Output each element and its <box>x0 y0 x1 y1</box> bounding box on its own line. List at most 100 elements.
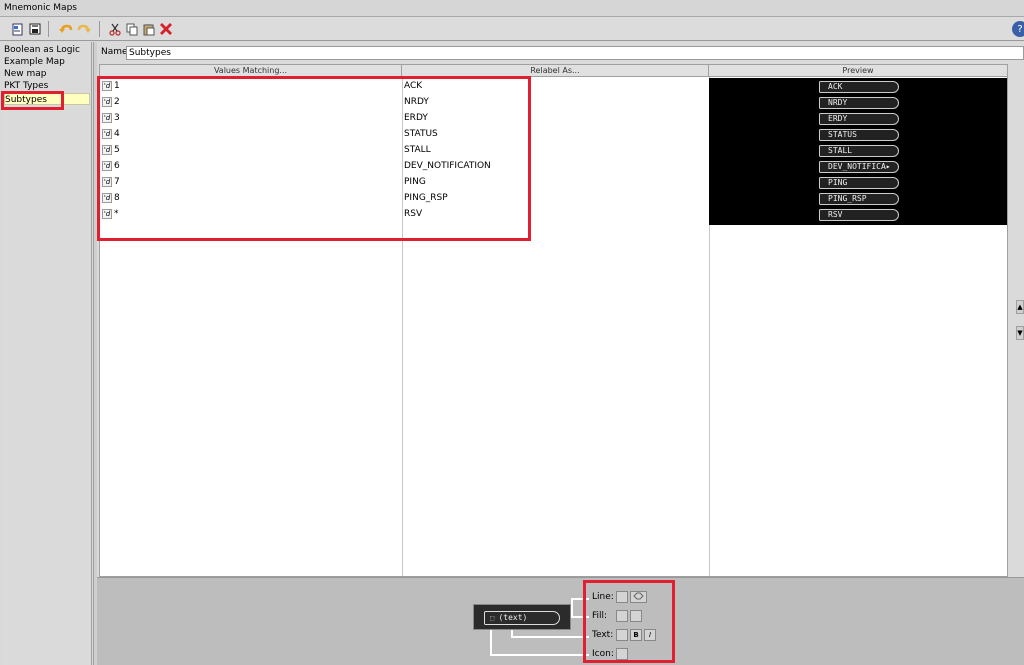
value-text: * <box>114 209 119 219</box>
value-cell[interactable]: 'd 8 <box>102 192 120 204</box>
value-text: 4 <box>114 129 120 139</box>
style-panel: ⬚ (text) Line: Fill: Text: B I Icon: <box>97 577 1024 665</box>
new-map-icon[interactable] <box>10 21 26 37</box>
preview-pill: RSV <box>819 209 899 221</box>
relabel-cell[interactable]: ACK <box>404 80 422 92</box>
preview-pill: DEV_NOTIFICA▸ <box>819 161 899 173</box>
name-row: Name: Subtypes <box>97 46 1024 60</box>
relabel-cell[interactable]: PING_RSP <box>404 192 448 204</box>
relabel-cell[interactable]: RSV <box>404 208 422 220</box>
delete-icon[interactable] <box>158 21 174 37</box>
connector-line <box>490 654 589 656</box>
toolbar: ? <box>0 17 1024 41</box>
relabel-cell[interactable]: PING <box>404 176 426 188</box>
value-cell[interactable]: 'd 4 <box>102 128 120 140</box>
value-cell[interactable]: 'd 2 <box>102 96 120 108</box>
cut-icon[interactable] <box>107 21 123 37</box>
mnemonic-maps-window: Mnemonic Maps ? Boolean as Logic Example… <box>0 0 1024 665</box>
connector-line <box>490 630 492 655</box>
paste-icon[interactable] <box>141 21 157 37</box>
table-row[interactable]: 'd 2 NRDY <box>100 94 709 110</box>
line-style-icon <box>633 592 644 600</box>
preview-pill: PING_RSP <box>819 193 899 205</box>
sidebar-item-pkt-types[interactable]: PKT Types <box>4 80 48 92</box>
table-row[interactable]: 'd 8 PING_RSP <box>100 190 709 206</box>
value-text: 6 <box>114 161 120 171</box>
move-up-icon[interactable]: ▲ <box>1016 300 1024 314</box>
connector-line <box>571 616 589 618</box>
style-preview: ⬚ (text) <box>473 604 571 630</box>
radix-badge[interactable]: 'd <box>102 96 112 107</box>
map-editor: Name: Subtypes Values Matching... Relabe… <box>97 42 1024 577</box>
line-color-swatch[interactable] <box>616 591 628 603</box>
sidebar-item-subtypes[interactable]: Subtypes <box>4 93 90 105</box>
preview-pill: NRDY <box>819 97 899 109</box>
fill-color-swatch-alt[interactable] <box>630 610 642 622</box>
sidebar-item-boolean-as-logic[interactable]: Boolean as Logic <box>4 44 80 56</box>
map-name-input[interactable]: Subtypes <box>126 46 1024 60</box>
preview-pill: ACK <box>819 81 899 93</box>
copy-icon[interactable] <box>124 21 140 37</box>
fill-color-swatch[interactable] <box>616 610 628 622</box>
column-header-values-matching[interactable]: Values Matching... <box>100 65 402 77</box>
preview-pill: PING <box>819 177 899 189</box>
value-cell[interactable]: 'd 5 <box>102 144 120 156</box>
table-row[interactable]: 'd 4 STATUS <box>100 126 709 142</box>
text-label: Text: <box>592 630 614 640</box>
radix-badge[interactable]: 'd <box>102 208 112 219</box>
radix-badge[interactable]: 'd <box>102 176 112 187</box>
line-style-swatch[interactable] <box>630 591 647 603</box>
table-row[interactable]: 'd * RSV <box>100 206 709 222</box>
preview-area: ACK NRDY ERDY STATUS STALL DEV_NOTIFICA▸… <box>709 78 1007 225</box>
table-row[interactable]: 'd 7 PING <box>100 174 709 190</box>
relabel-cell[interactable]: STATUS <box>404 128 438 140</box>
radix-badge[interactable]: 'd <box>102 128 112 139</box>
icon-label: Icon: <box>592 649 614 659</box>
value-text: 5 <box>114 145 120 155</box>
value-text: 2 <box>114 97 120 107</box>
value-cell[interactable]: 'd 6 <box>102 160 120 172</box>
table-row[interactable]: 'd 1 ACK <box>100 78 709 94</box>
table-row[interactable]: 'd 5 STALL <box>100 142 709 158</box>
bold-toggle[interactable]: B <box>630 629 642 641</box>
radix-badge[interactable]: 'd <box>102 112 112 123</box>
redo-icon[interactable] <box>76 21 92 37</box>
table-row[interactable]: 'd 6 DEV_NOTIFICATION <box>100 158 709 174</box>
map-list-sidebar: Boolean as Logic Example Map New map PKT… <box>2 42 92 665</box>
value-text: 3 <box>114 113 120 123</box>
radix-badge[interactable]: 'd <box>102 192 112 203</box>
value-cell[interactable]: 'd * <box>102 208 119 220</box>
sidebar-item-new-map[interactable]: New map <box>4 68 47 80</box>
italic-toggle[interactable]: I <box>644 629 656 641</box>
value-cell[interactable]: 'd 1 <box>102 80 120 92</box>
toolbar-separator <box>99 21 100 37</box>
connector-line <box>571 598 573 616</box>
column-header-relabel-as[interactable]: Relabel As... <box>402 65 709 77</box>
undo-icon[interactable] <box>58 21 74 37</box>
save-icon[interactable] <box>27 21 43 37</box>
toolbar-separator <box>48 21 49 37</box>
sidebar-item-example-map[interactable]: Example Map <box>4 56 65 68</box>
preview-pill: STALL <box>819 145 899 157</box>
value-cell[interactable]: 'd 7 <box>102 176 120 188</box>
style-preview-text: (text) <box>498 613 528 622</box>
icon-swatch[interactable] <box>616 648 628 660</box>
relabel-cell[interactable]: ERDY <box>404 112 428 124</box>
value-text: 7 <box>114 177 120 187</box>
relabel-cell[interactable]: NRDY <box>404 96 429 108</box>
radix-badge[interactable]: 'd <box>102 160 112 171</box>
table-row[interactable]: 'd 3 ERDY <box>100 110 709 126</box>
move-down-icon[interactable]: ▼ <box>1016 326 1024 340</box>
column-header-preview[interactable]: Preview <box>709 65 1007 77</box>
relabel-cell[interactable]: STALL <box>404 144 431 156</box>
value-cell[interactable]: 'd 3 <box>102 112 120 124</box>
preview-pill: STATUS <box>819 129 899 141</box>
mapping-table: Values Matching... Relabel As... Preview… <box>99 64 1008 577</box>
radix-badge[interactable]: 'd <box>102 80 112 91</box>
text-color-swatch[interactable] <box>616 629 628 641</box>
radix-badge[interactable]: 'd <box>102 144 112 155</box>
connector-line <box>511 636 589 638</box>
connector-line <box>571 598 589 600</box>
relabel-cell[interactable]: DEV_NOTIFICATION <box>404 160 491 172</box>
help-icon[interactable]: ? <box>1012 21 1024 37</box>
